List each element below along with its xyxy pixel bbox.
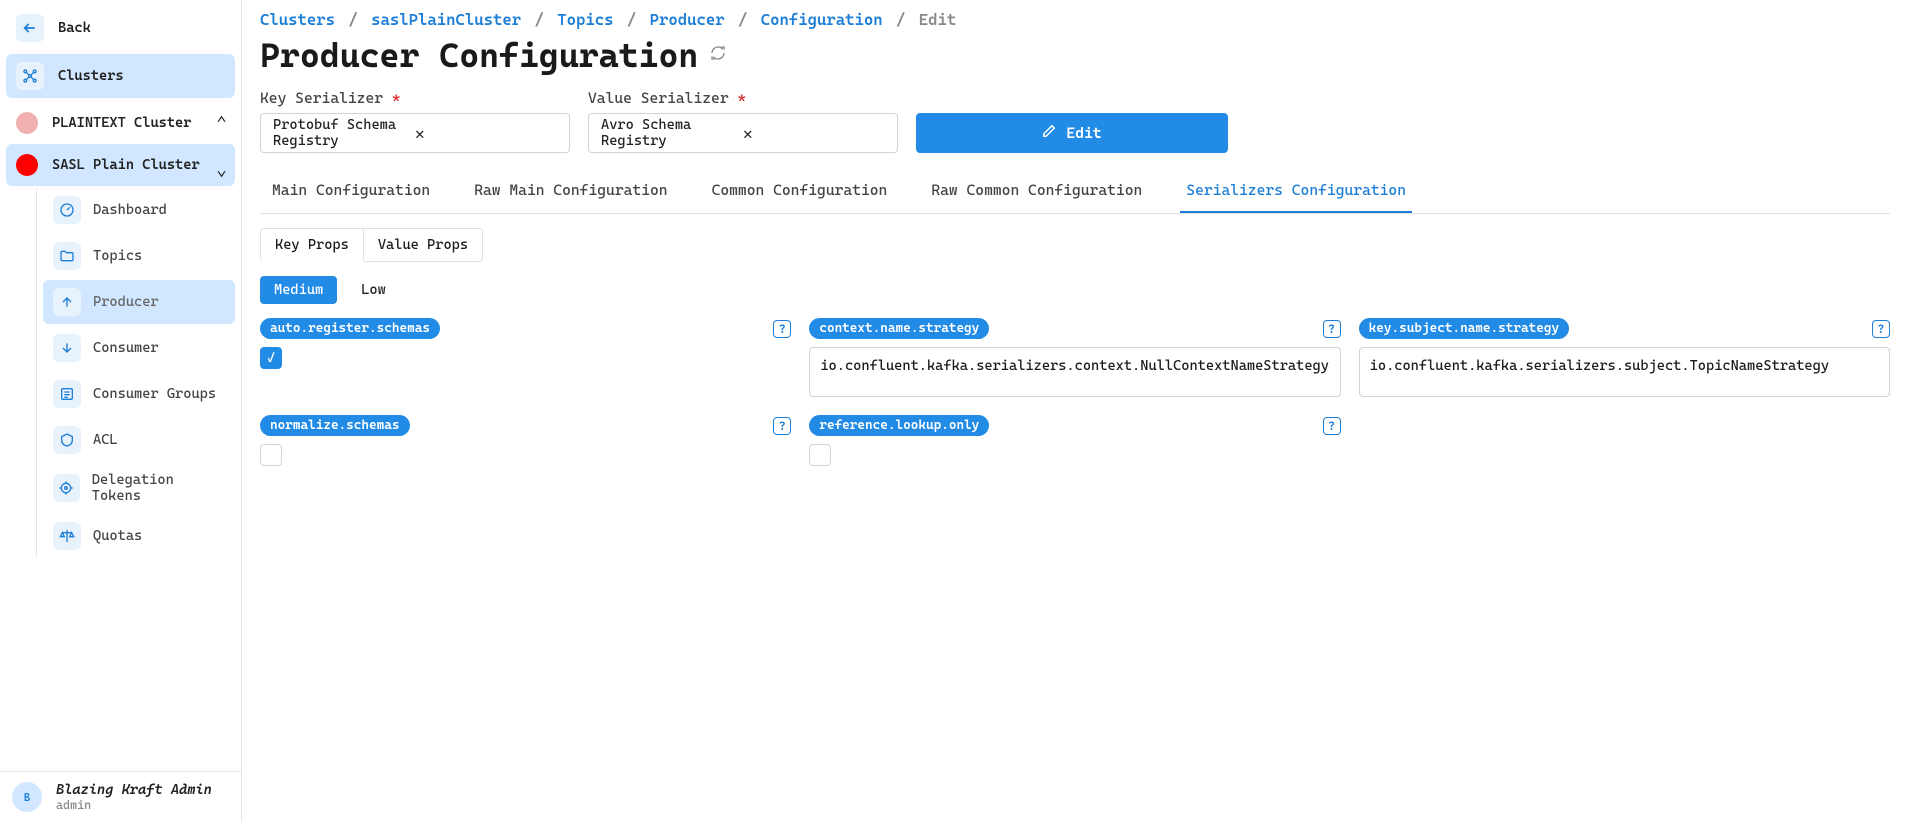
avatar: B — [12, 782, 42, 812]
gauge-icon — [53, 196, 81, 224]
key-serializer-label: Key Serializer * — [260, 89, 570, 107]
user-role: admin — [56, 798, 212, 812]
network-icon — [16, 62, 44, 90]
help-icon[interactable]: ? — [1872, 320, 1890, 338]
sidebar-item-consumer[interactable]: Consumer — [43, 326, 235, 370]
chevron-up-icon: ⌃ — [216, 113, 227, 134]
prop-reference-lookup-only: reference.lookup.only ? — [809, 415, 1340, 466]
breadcrumb-current: Edit — [919, 10, 957, 29]
help-icon[interactable]: ? — [773, 320, 791, 338]
status-dot-icon — [16, 112, 38, 134]
edit-button[interactable]: Edit — [916, 113, 1228, 153]
user-footer[interactable]: B Blazing Kraft Admin admin — [0, 771, 241, 822]
sidebar-item-consumer-groups[interactable]: Consumer Groups — [43, 372, 235, 416]
importance-chips: Medium Low — [260, 276, 1890, 304]
breadcrumb-producer[interactable]: Producer — [650, 10, 725, 29]
normalize-checkbox[interactable] — [260, 444, 282, 466]
back-button[interactable]: Back — [6, 6, 235, 50]
cluster-plaintext[interactable]: PLAINTEXT Cluster ⌃ — [6, 102, 235, 144]
back-icon — [16, 14, 44, 42]
refresh-icon[interactable] — [710, 45, 726, 65]
status-dot-icon — [16, 154, 38, 176]
sidebar-item-dashboard[interactable]: Dashboard — [43, 188, 235, 232]
back-label: Back — [58, 20, 91, 36]
subtab-key-props[interactable]: Key Props — [260, 228, 364, 262]
page-title: Producer Configuration — [260, 35, 1890, 75]
chevron-down-icon: ⌃ — [216, 159, 227, 180]
tab-common-config[interactable]: Common Configuration — [706, 171, 894, 213]
clear-icon[interactable]: ✕ — [415, 124, 557, 143]
sidebar-item-acl[interactable]: ACL — [43, 418, 235, 462]
tab-raw-common-config[interactable]: Raw Common Configuration — [925, 171, 1148, 213]
subtab-value-props[interactable]: Value Props — [364, 228, 483, 262]
sidebar-item-topics[interactable]: Topics — [43, 234, 235, 278]
clear-icon[interactable]: ✕ — [743, 124, 885, 143]
breadcrumb-configuration[interactable]: Configuration — [761, 10, 883, 29]
pencil-icon — [1042, 124, 1056, 142]
cluster-subnav: Dashboard Topics Producer Consumer Consu… — [36, 188, 235, 558]
reference-lookup-checkbox[interactable] — [809, 444, 831, 466]
scale-icon — [53, 522, 81, 550]
props-subtabs: Key Props Value Props — [260, 228, 1890, 262]
chip-low[interactable]: Low — [347, 276, 400, 304]
tab-main-config[interactable]: Main Configuration — [266, 171, 436, 213]
prop-key-subject-name-strategy: key.subject.name.strategy ? io.confluent… — [1359, 318, 1890, 397]
help-icon[interactable]: ? — [773, 417, 791, 435]
key-serializer-select[interactable]: Protobuf Schema Registry ✕ — [260, 113, 570, 153]
prop-auto-register-schemas: auto.register.schemas ? ✓ — [260, 318, 791, 397]
gear-icon — [53, 474, 80, 502]
value-serializer-select[interactable]: Avro Schema Registry ✕ — [588, 113, 898, 153]
user-name: Blazing Kraft Admin — [56, 782, 212, 798]
help-icon[interactable]: ? — [1323, 320, 1341, 338]
breadcrumb-cluster-id[interactable]: saslPlainCluster — [371, 10, 521, 29]
help-icon[interactable]: ? — [1323, 417, 1341, 435]
download-icon — [53, 334, 81, 362]
config-tabs: Main Configuration Raw Main Configuratio… — [260, 171, 1890, 214]
key-subject-input[interactable]: io.confluent.kafka.serializers.subject.T… — [1359, 347, 1890, 397]
shield-icon — [53, 426, 81, 454]
tab-raw-main-config[interactable]: Raw Main Configuration — [468, 171, 673, 213]
folder-icon — [53, 242, 81, 270]
breadcrumb-topics[interactable]: Topics — [557, 10, 613, 29]
auto-register-checkbox[interactable]: ✓ — [260, 347, 282, 369]
main-content: Clusters / saslPlainCluster / Topics / P… — [242, 0, 1908, 822]
list-icon — [53, 380, 81, 408]
sidebar-item-producer[interactable]: Producer — [43, 280, 235, 324]
sidebar-item-delegation-tokens[interactable]: Delegation Tokens — [43, 464, 235, 512]
sidebar: Back Clusters PLAINTEXT Cluster ⌃ SASL P… — [0, 0, 242, 822]
prop-normalize-schemas: normalize.schemas ? — [260, 415, 791, 466]
sidebar-item-clusters[interactable]: Clusters — [6, 54, 235, 98]
prop-context-name-strategy: context.name.strategy ? io.confluent.kaf… — [809, 318, 1340, 397]
context-strategy-input[interactable]: io.confluent.kafka.serializers.context.N… — [809, 347, 1340, 397]
cluster-sasl-plain[interactable]: SASL Plain Cluster ⌃ — [6, 144, 235, 186]
value-serializer-label: Value Serializer * — [588, 89, 898, 107]
sidebar-item-quotas[interactable]: Quotas — [43, 514, 235, 558]
clusters-label: Clusters — [58, 68, 225, 84]
upload-icon — [53, 288, 81, 316]
breadcrumb: Clusters / saslPlainCluster / Topics / P… — [260, 10, 1890, 29]
chip-medium[interactable]: Medium — [260, 276, 337, 304]
breadcrumb-clusters[interactable]: Clusters — [260, 10, 335, 29]
tab-serializers-config[interactable]: Serializers Configuration — [1180, 171, 1412, 213]
